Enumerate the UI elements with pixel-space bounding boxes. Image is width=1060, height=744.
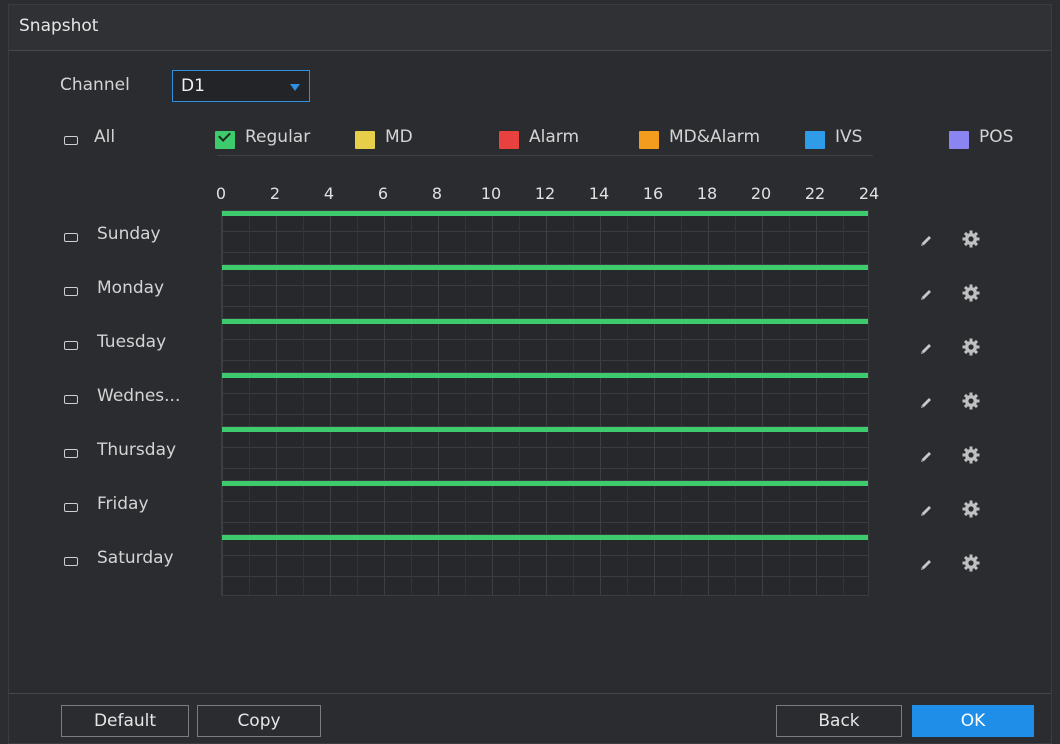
day-checkbox[interactable] (64, 395, 78, 404)
legend-ivs-label: IVS (835, 127, 863, 147)
day-label: Wednes... (97, 386, 181, 406)
day-row: Saturday (9, 534, 1051, 596)
back-button[interactable]: Back (776, 705, 902, 737)
check-icon (218, 129, 231, 142)
day-checkbox[interactable] (64, 233, 78, 242)
gear-icon[interactable] (961, 445, 981, 465)
day-timeline[interactable] (221, 264, 869, 326)
channel-value: D1 (181, 76, 205, 96)
day-row: Monday (9, 264, 1051, 326)
alarm-swatch (499, 131, 519, 149)
day-timeline[interactable] (221, 210, 869, 272)
hour-tick: 18 (696, 184, 718, 203)
hour-tick: 12 (534, 184, 556, 203)
day-checkbox[interactable] (64, 557, 78, 566)
hour-tick: 24 (858, 184, 880, 203)
regular-schedule-bar (222, 319, 868, 324)
snapshot-window: Snapshot Channel D1 All Regular MD Alarm… (8, 4, 1052, 744)
day-checkbox[interactable] (64, 341, 78, 350)
gear-icon[interactable] (961, 499, 981, 519)
hour-tick: 16 (642, 184, 664, 203)
day-timeline[interactable] (221, 318, 869, 380)
day-row: Thursday (9, 426, 1051, 488)
day-row: Wednes... (9, 372, 1051, 434)
regular-schedule-bar (222, 535, 868, 540)
gear-icon[interactable] (961, 229, 981, 249)
title-bar: Snapshot (9, 5, 1051, 51)
legend-pos-label: POS (979, 127, 1014, 147)
pencil-icon[interactable] (919, 233, 933, 247)
hour-tick: 22 (804, 184, 826, 203)
all-checkbox[interactable] (64, 136, 78, 145)
ivs-swatch (805, 131, 825, 149)
gear-icon[interactable] (961, 391, 981, 411)
regular-schedule-bar (222, 427, 868, 432)
hour-tick: 8 (431, 184, 443, 203)
day-label: Tuesday (97, 332, 167, 352)
legend-alarm-label: Alarm (529, 127, 580, 147)
day-timeline[interactable] (221, 372, 869, 434)
pencil-icon[interactable] (919, 449, 933, 463)
ok-button[interactable]: OK (912, 705, 1034, 737)
hour-tick: 4 (323, 184, 335, 203)
gear-icon[interactable] (961, 283, 981, 303)
channel-label: Channel (60, 75, 130, 95)
day-label: Friday (97, 494, 149, 514)
day-row: Sunday (9, 210, 1051, 272)
hour-tick: 2 (269, 184, 281, 203)
hour-tick: 20 (750, 184, 772, 203)
footer: Default Copy Back OK (9, 693, 1051, 744)
pencil-icon[interactable] (919, 287, 933, 301)
gear-icon[interactable] (961, 337, 981, 357)
day-row: Friday (9, 480, 1051, 542)
md-alarm-swatch (639, 131, 659, 149)
pencil-icon[interactable] (919, 503, 933, 517)
channel-select[interactable]: D1 (172, 70, 310, 102)
day-checkbox[interactable] (64, 287, 78, 296)
regular-schedule-bar (222, 373, 868, 378)
gear-icon[interactable] (961, 553, 981, 573)
legend-md-alarm-label: MD&Alarm (669, 127, 761, 147)
day-checkbox[interactable] (64, 449, 78, 458)
window-title: Snapshot (19, 16, 99, 36)
legend-md-label: MD (385, 127, 413, 147)
hour-tick: 0 (215, 184, 227, 203)
chevron-down-icon (290, 84, 300, 91)
day-label: Sunday (97, 224, 161, 244)
hour-tick: 10 (480, 184, 502, 203)
md-swatch (355, 131, 375, 149)
copy-button[interactable]: Copy (197, 705, 321, 737)
pos-swatch (949, 131, 969, 149)
pencil-icon[interactable] (919, 395, 933, 409)
pencil-icon[interactable] (919, 341, 933, 355)
legend-regular-label: Regular (245, 127, 311, 147)
day-row: Tuesday (9, 318, 1051, 380)
regular-schedule-bar (222, 481, 868, 486)
day-timeline[interactable] (221, 534, 869, 596)
regular-swatch (215, 129, 235, 149)
day-label: Saturday (97, 548, 174, 568)
day-label: Monday (97, 278, 165, 298)
all-label: All (94, 127, 116, 147)
day-timeline[interactable] (221, 426, 869, 488)
day-timeline[interactable] (221, 480, 869, 542)
default-button[interactable]: Default (61, 705, 189, 737)
regular-schedule-bar (222, 211, 868, 216)
hour-tick: 14 (588, 184, 610, 203)
day-checkbox[interactable] (64, 503, 78, 512)
regular-schedule-bar (222, 265, 868, 270)
hour-tick: 6 (377, 184, 389, 203)
legend-divider (217, 155, 873, 156)
pencil-icon[interactable] (919, 557, 933, 571)
day-label: Thursday (97, 440, 177, 460)
